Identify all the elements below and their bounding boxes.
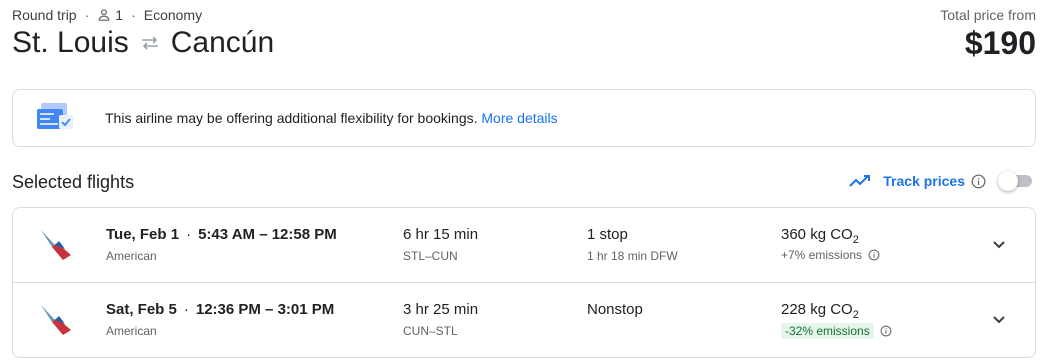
chevron-down-icon[interactable]: [991, 311, 1007, 327]
total-price-label: Total price from: [940, 7, 1036, 23]
chevron-down-icon[interactable]: [991, 236, 1007, 252]
more-details-link[interactable]: More details: [481, 110, 557, 126]
flight-time-range: 5:43 AM – 12:58 PM: [198, 226, 337, 243]
emissions-badge: -32% emissions: [781, 323, 874, 339]
flight-airports: STL–CUN: [403, 249, 458, 263]
separator-dot: ·: [84, 7, 90, 23]
airline-name: American: [106, 324, 157, 338]
origin-city: St. Louis: [12, 26, 129, 59]
person-icon: [97, 8, 111, 22]
emissions-row: +7% emissions: [781, 248, 880, 262]
banner-message: This airline may be offering additional …: [105, 110, 558, 126]
track-prices-toggle[interactable]: [998, 171, 1034, 191]
flight-time-range: 12:36 PM – 3:01 PM: [195, 301, 335, 318]
separator-dot: ·: [186, 226, 192, 243]
american-airlines-logo: [35, 224, 75, 264]
trip-summary: Round trip · 1 · Economy: [12, 7, 202, 23]
american-airlines-logo: [35, 299, 75, 339]
flight-stops: 1 stop: [587, 226, 628, 243]
flight-duration: 6 hr 15 min: [403, 226, 479, 243]
flight-row[interactable]: Tue, Feb 1 · 5:43 AM – 12:58 PM American 6…: [13, 208, 1035, 283]
separator-dot: ·: [183, 301, 189, 318]
track-prices-label[interactable]: Track prices: [883, 173, 965, 189]
total-price: $190: [964, 25, 1036, 61]
swap-arrows-icon: [139, 35, 161, 51]
flight-stops: Nonstop: [587, 301, 643, 318]
co2-subscript: 2: [852, 309, 859, 321]
airline-name: American: [106, 249, 157, 263]
emissions-row: -32% emissions: [781, 323, 892, 339]
track-prices-control: Track prices: [849, 171, 1034, 191]
flexible-booking-illustration: [37, 101, 75, 135]
co2-amount: 360 kg CO: [781, 226, 853, 243]
co2-amount: 228 kg CO: [781, 301, 853, 318]
destination-city: Cancún: [170, 26, 275, 59]
emissions-badge: +7% emissions: [781, 248, 863, 262]
passenger-count[interactable]: 1: [115, 7, 123, 23]
trip-type[interactable]: Round trip: [12, 7, 77, 23]
info-icon[interactable]: [868, 249, 880, 261]
co2-value: 228 kg CO2: [781, 301, 859, 321]
flight-date: Tue, Feb 1: [106, 226, 180, 243]
co2-value: 360 kg CO2: [781, 226, 859, 246]
separator-dot: ·: [131, 7, 136, 23]
info-icon[interactable]: [880, 325, 892, 337]
flight-layover: 1 hr 18 min DFW: [587, 249, 678, 263]
flight-duration: 3 hr 25 min: [403, 301, 479, 318]
trending-up-icon: [849, 173, 873, 189]
flight-airports: CUN–STL: [403, 324, 458, 338]
toggle-knob: [998, 171, 1018, 191]
flight-date: Sat, Feb 5: [106, 301, 177, 318]
route-title: St. Louis Cancún: [12, 26, 274, 60]
selected-flights-list: Tue, Feb 1 · 5:43 AM – 12:58 PM American 6…: [12, 207, 1036, 358]
info-icon[interactable]: [971, 174, 986, 189]
flexibility-banner: This airline may be offering additional …: [12, 89, 1036, 147]
flight-row[interactable]: Sat, Feb 5 · 12:36 PM – 3:01 PM American 3…: [13, 283, 1035, 358]
flight-times: Tue, Feb 1 · 5:43 AM – 12:58 PM: [106, 226, 337, 243]
co2-subscript: 2: [852, 234, 859, 246]
selected-flights-heading: Selected flights: [12, 172, 135, 192]
banner-text: This airline may be offering additional …: [105, 110, 478, 126]
flight-times: Sat, Feb 5 · 12:36 PM – 3:01 PM: [106, 301, 334, 318]
cabin-class[interactable]: Economy: [144, 7, 202, 23]
